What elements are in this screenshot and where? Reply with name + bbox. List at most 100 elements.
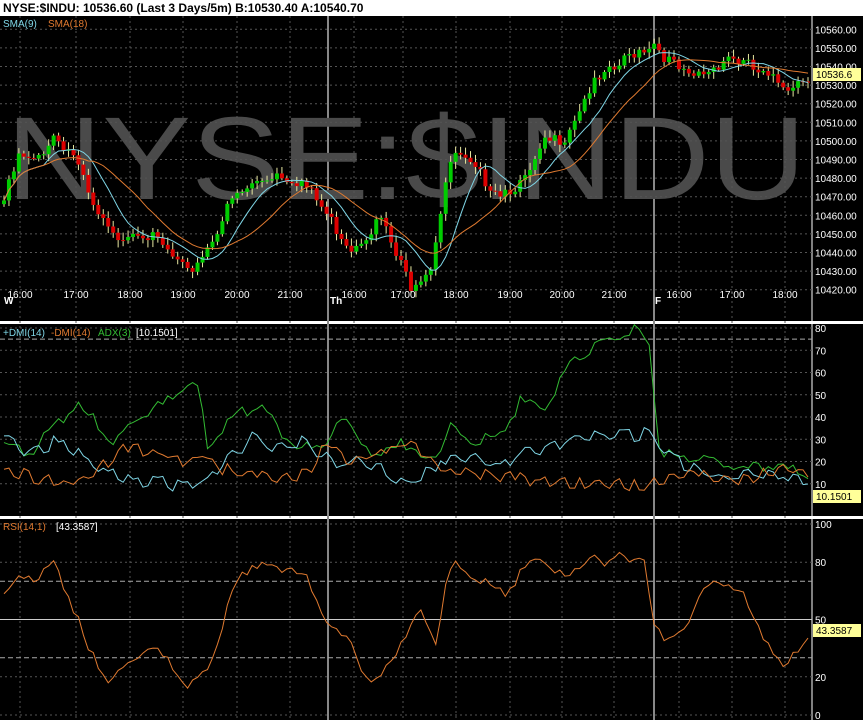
candle-body [577, 111, 582, 121]
panel-divider [0, 321, 863, 324]
candle-body [612, 66, 617, 70]
indicator-tick-label: 80 [815, 558, 827, 569]
candle-body [468, 157, 473, 163]
candle-body [235, 192, 240, 199]
legend-rsi: RSI(14,1) [3, 522, 46, 533]
candle-body [389, 226, 394, 243]
candle-body [399, 255, 404, 261]
time-tick-label: 21:00 [277, 290, 302, 301]
price-tick-label: 10480.00 [815, 174, 857, 185]
candle-body [91, 192, 96, 205]
candle-body [691, 73, 696, 76]
candle-body [562, 142, 567, 145]
candle-body [215, 234, 220, 242]
candle-body [41, 154, 46, 156]
candle-body [61, 141, 66, 151]
legend-sma9: SMA(9) [3, 19, 37, 30]
candle-body [279, 173, 284, 179]
candle-body [354, 245, 359, 252]
candle-body [195, 262, 200, 272]
candle-body [622, 55, 627, 66]
price-tick-label: 10510.00 [815, 118, 857, 129]
candle-body [652, 43, 657, 49]
candle-body [31, 157, 36, 159]
time-tick-label: 18:00 [117, 290, 142, 301]
candle-body [528, 169, 533, 176]
candle-body [175, 256, 180, 260]
time-tick-label: 17:00 [63, 290, 88, 301]
candle-body [111, 226, 116, 233]
candle-body [200, 256, 205, 263]
candle-body [443, 182, 448, 214]
candle-body [781, 82, 786, 88]
candle-body [786, 87, 791, 91]
candle-body [627, 53, 632, 56]
candle-body [538, 148, 542, 159]
indicator-tick-label: 50 [815, 391, 827, 402]
candle-body [637, 49, 642, 58]
candle-body [731, 56, 736, 59]
candle-body [726, 56, 731, 62]
candle-body [334, 216, 339, 234]
candle-body [408, 271, 413, 291]
candle-body [458, 152, 463, 155]
candle-body [642, 49, 647, 53]
candle-body [96, 204, 101, 215]
candle-body [260, 180, 265, 182]
candle-body [106, 218, 111, 227]
legend-dmi-value: [10.1501] [136, 328, 178, 339]
price-legend: SMA(9) SMA(18) [3, 19, 87, 30]
candle-body [2, 200, 6, 205]
candle-body [255, 180, 260, 184]
series-rsi-14-1- [3, 551, 809, 689]
indicator-tick-label: 80 [815, 324, 827, 335]
candle-body [597, 77, 602, 80]
indicator-tick-label: 40 [815, 413, 827, 424]
candle-body [11, 171, 16, 180]
price-tick-label: 10550.00 [815, 44, 857, 55]
candle-body [582, 98, 587, 112]
candle-body [513, 191, 518, 195]
candle-body [423, 274, 428, 282]
time-tick-label: 16:00 [666, 290, 691, 301]
candle-body [314, 188, 319, 201]
candle-body [771, 74, 776, 76]
candle-body [404, 260, 408, 272]
candle-body [274, 173, 279, 180]
candle-body [453, 152, 458, 162]
candle-body [493, 190, 498, 192]
candle-body [190, 267, 195, 272]
candle-body [667, 56, 672, 63]
dmi-legend: +DMI(14) -DMI(14) ADX(3) [10.1501] [3, 328, 178, 339]
chart-area[interactable]: NYSE:$INDU 16:00 17:00 18:00 19:00 20:00 21:0… [0, 16, 863, 720]
candle-body [270, 179, 274, 181]
candle-body [170, 249, 175, 257]
candle-body [136, 233, 140, 236]
price-tick-label: 10440.00 [815, 249, 857, 260]
price-tick-label: 10520.00 [815, 100, 857, 111]
candle-body [180, 259, 185, 262]
candle-body [672, 56, 676, 60]
price-tick-label: 10560.00 [815, 25, 857, 36]
candle-body [433, 242, 438, 270]
candle-body [76, 155, 81, 165]
candle-body [716, 67, 721, 70]
candle-body [662, 50, 667, 63]
candle-body [438, 213, 443, 243]
candle-body [394, 242, 399, 256]
candle-body [686, 68, 691, 74]
time-tick-label: 18:00 [443, 290, 468, 301]
chart-title: NYSE:$INDU: 10536.60 (Last 3 Days/5m) B:… [3, 1, 364, 15]
candle-body [741, 60, 746, 64]
candle-body [220, 221, 225, 235]
legend-adx: ADX(3) [98, 328, 131, 339]
candle-body [607, 66, 612, 72]
candle-body [185, 261, 190, 268]
indicator-tick-label: 30 [815, 435, 827, 446]
indicator-tick-label: 0 [815, 711, 821, 720]
chart-title-bar: NYSE:$INDU: 10536.60 (Last 3 Days/5m) B:… [0, 0, 863, 16]
candle-body [374, 219, 379, 235]
price-tick-label: 10420.00 [815, 286, 857, 297]
time-tick-label: 21:00 [601, 290, 626, 301]
candle-body [131, 233, 136, 238]
